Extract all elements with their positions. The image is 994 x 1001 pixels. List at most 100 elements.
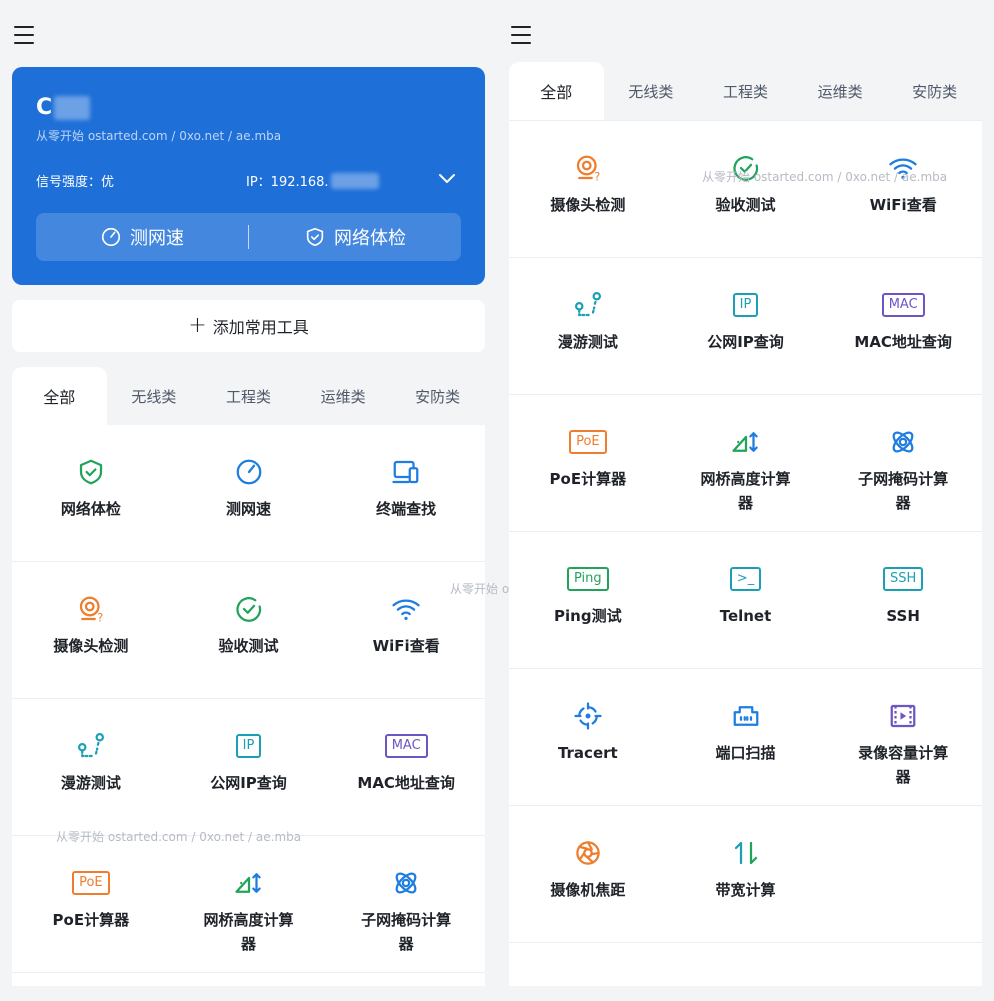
card-actions: 测网速 网络体检 — [36, 213, 461, 261]
tool-label: 带宽计算 — [715, 881, 776, 899]
tool-item[interactable]: MAC MAC地址查询 — [824, 258, 982, 394]
speedometer-icon — [234, 457, 264, 487]
tool-item[interactable]: ? 摄像头检测 — [509, 121, 667, 257]
camera-detect-icon: ? — [76, 594, 106, 624]
tool-row: ? 摄像头检测 验收测试 WiFi查看 — [12, 562, 485, 699]
roaming-icon — [573, 290, 603, 320]
tool-label: MAC地址查询 — [357, 774, 455, 792]
tool-item[interactable]: MAC MAC地址查询 — [327, 699, 485, 835]
tool-label: PoE计算器 — [52, 911, 130, 929]
tool-row: 网络体检 测网速 终端查找 — [12, 425, 485, 562]
tool-item[interactable]: PoE PoE计算器 — [12, 836, 170, 972]
ip-icon-glyph: IP — [235, 734, 262, 758]
mac-icon: MAC — [384, 731, 428, 761]
speed-test-button[interactable]: 测网速 — [36, 224, 248, 250]
tool-item[interactable]: 子网掩码计算器 — [327, 836, 485, 972]
tool-item[interactable]: 录像容量计算器 — [824, 669, 982, 805]
tab-2[interactable]: 工程类 — [201, 367, 296, 425]
tab-0[interactable]: 全部 — [12, 367, 107, 425]
tool-row: ? 摄像头检测 验收测试 WiFi查看 — [509, 121, 982, 258]
add-tool-button[interactable]: + 添加常用工具 — [12, 300, 485, 352]
tool-item[interactable]: SSH SSH — [824, 532, 982, 668]
tool-item[interactable]: 测网速 — [170, 425, 328, 561]
bridge-height-icon — [731, 427, 761, 457]
signal-strength: 信号强度：优 — [36, 175, 115, 190]
ip-blur — [330, 172, 379, 189]
tool-label: SSH — [886, 607, 920, 625]
tab-4[interactable]: 安防类 — [887, 62, 982, 120]
tool-item[interactable]: >_ Telnet — [667, 532, 825, 668]
tool-item[interactable]: WiFi查看 — [824, 121, 982, 257]
tool-item[interactable]: 端口扫描 — [667, 669, 825, 805]
category-tabs: 全部 无线类 工程类 运维类 安防类 — [509, 62, 982, 120]
category-tabs: 全部 无线类 工程类 运维类 安防类 — [12, 367, 485, 425]
tool-item[interactable]: 子网掩码计算器 — [824, 395, 982, 531]
tool-label: 公网IP查询 — [707, 333, 784, 351]
tool-label: 子网掩码计算器 — [361, 911, 452, 953]
tool-item[interactable]: Tracert — [509, 669, 667, 805]
tool-label: 端口扫描 — [715, 744, 776, 762]
left-pane: C 从零开始 ostarted.com / 0xo.net / ae.mba 信… — [0, 0, 695, 1001]
terminal-icon: >_ — [729, 564, 762, 594]
tool-item[interactable]: PoE PoE计算器 — [509, 395, 667, 531]
tool-item[interactable]: 网桥高度计算器 — [170, 836, 328, 972]
mac-icon-glyph: MAC — [881, 293, 925, 317]
tool-item[interactable]: 终端查找 — [327, 425, 485, 561]
tool-item[interactable]: 验收测试 — [170, 562, 328, 698]
tool-item[interactable]: 漫游测试 — [12, 699, 170, 835]
tab-1[interactable]: 无线类 — [604, 62, 699, 120]
poe-icon: PoE — [569, 427, 607, 457]
tool-grid: 网络体检测网速终端查找?摄像头检测验收测试WiFi查看漫游测试IP公网IP查询M… — [12, 425, 485, 973]
network-check-label: 网络体检 — [334, 228, 406, 249]
tool-label: MAC地址查询 — [854, 333, 952, 351]
tool-item[interactable]: IP 公网IP查询 — [170, 699, 328, 835]
tool-label: PoE计算器 — [549, 470, 627, 488]
tool-item[interactable]: IP 公网IP查询 — [667, 258, 825, 394]
tool-item[interactable]: 网桥高度计算器 — [667, 395, 825, 531]
network-card: C 从零开始 ostarted.com / 0xo.net / ae.mba 信… — [12, 67, 485, 285]
menu-icon[interactable] — [511, 26, 531, 44]
tool-label: Tracert — [557, 744, 618, 762]
empty-cell — [824, 806, 982, 942]
tool-item[interactable]: Ping Ping测试 — [509, 532, 667, 668]
tool-label: 验收测试 — [218, 637, 279, 655]
tool-item[interactable]: 验收测试 — [667, 121, 825, 257]
tool-item[interactable]: 网络体检 — [12, 425, 170, 561]
ssh-icon-glyph: SSH — [883, 567, 924, 591]
plus-icon: + — [188, 313, 207, 338]
tool-row: PoE PoE计算器 网桥高度计算器 子网掩码计算器 — [509, 395, 982, 532]
tool-grid: 网络体检测网速终端查找?摄像头检测验收测试WiFi查看漫游测试IP公网IP查询M… — [509, 62, 982, 943]
roaming-icon — [76, 731, 106, 761]
poe-icon-glyph: PoE — [569, 430, 607, 454]
svg-text:?: ? — [97, 612, 103, 625]
tab-1[interactable]: 无线类 — [107, 367, 202, 425]
tool-row: 漫游测试 IP 公网IP查询 MAC MAC地址查询 — [12, 699, 485, 836]
tool-item[interactable]: 带宽计算 — [667, 806, 825, 942]
wifi-icon — [391, 594, 421, 624]
tool-item[interactable]: 摄像机焦距 — [509, 806, 667, 942]
tab-3[interactable]: 运维类 — [296, 367, 391, 425]
ssid: C — [36, 95, 91, 120]
bandwidth-icon — [731, 838, 761, 868]
ip-icon-glyph: IP — [732, 293, 759, 317]
tool-label: 漫游测试 — [60, 774, 121, 792]
menu-icon[interactable] — [14, 26, 34, 44]
tab-3[interactable]: 运维类 — [793, 62, 888, 120]
tool-label: 漫游测试 — [557, 333, 618, 351]
tool-label: 终端查找 — [376, 500, 437, 518]
tool-label: 网桥高度计算器 — [203, 911, 294, 953]
tab-0[interactable]: 全部 — [509, 62, 604, 120]
tool-label: 子网掩码计算器 — [858, 470, 949, 512]
tool-label: 测网速 — [225, 500, 271, 518]
speed-test-label: 测网速 — [130, 228, 184, 249]
tool-label: 摄像头检测 — [53, 637, 129, 655]
tab-2[interactable]: 工程类 — [698, 62, 793, 120]
tab-4[interactable]: 安防类 — [390, 367, 485, 425]
tool-item[interactable]: ? 摄像头检测 — [12, 562, 170, 698]
network-check-button[interactable]: 网络体检 — [249, 224, 461, 250]
poe-icon-glyph: PoE — [72, 871, 110, 895]
chevron-down-icon[interactable] — [436, 167, 458, 189]
ping-icon: Ping — [567, 564, 609, 594]
tool-row: Ping Ping测试 >_ Telnet SSH SSH — [509, 532, 982, 669]
tool-item[interactable]: 漫游测试 — [509, 258, 667, 394]
